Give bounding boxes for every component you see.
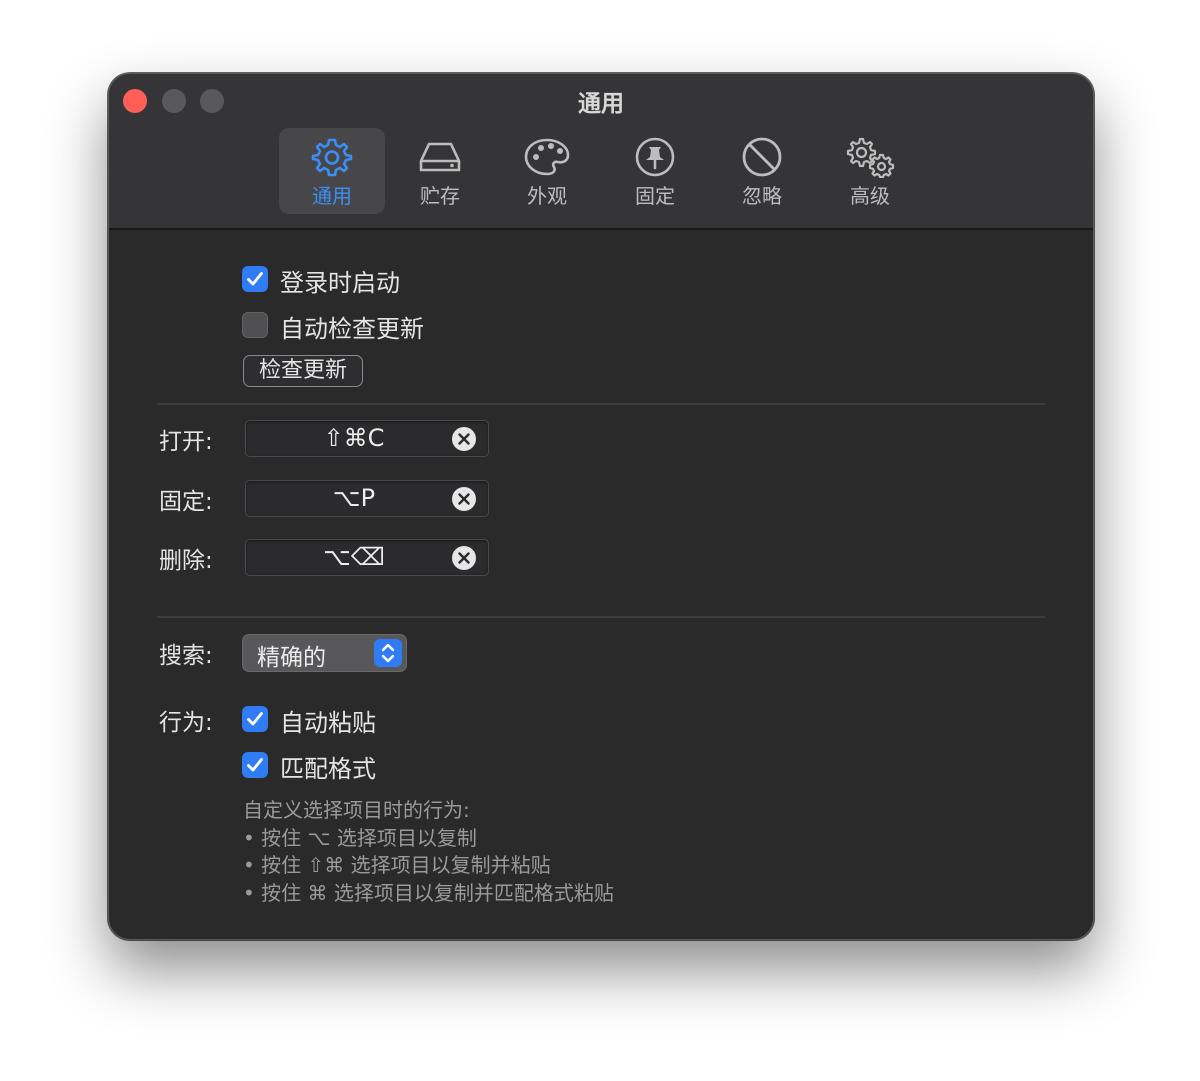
auto-paste-checkbox[interactable]	[242, 706, 268, 732]
delete-shortcut-recorder[interactable]: ⌥⌫	[245, 539, 489, 576]
checkmark-icon	[247, 272, 263, 286]
tab-label: 通用	[312, 184, 352, 208]
tab-storage[interactable]: 贮存	[387, 128, 493, 214]
prohibit-icon	[742, 137, 782, 177]
pin-icon	[635, 137, 675, 177]
tab-ignore[interactable]: 忽略	[709, 128, 815, 214]
gears-icon	[846, 137, 895, 178]
open-shortcut-label: 打开:	[159, 429, 213, 455]
drive-icon	[419, 142, 461, 172]
shortcut-keys: ⇧⌘C	[323, 424, 385, 452]
delete-shortcut-label: 删除:	[159, 548, 213, 574]
launch-at-login-label: 登录时启动	[280, 269, 400, 297]
hint-line: • 按住 ⌥ 选择项目以复制	[243, 825, 477, 850]
clear-shortcut-button[interactable]	[452, 487, 476, 511]
auto-check-updates-label: 自动检查更新	[280, 315, 424, 343]
clear-shortcut-button[interactable]	[452, 427, 476, 451]
tab-general[interactable]: 通用	[279, 128, 385, 214]
tab-label: 忽略	[742, 184, 782, 208]
toolbar: 通用 通用 贮存 外观 固定 忽略 高级	[109, 74, 1093, 230]
tab-label: 固定	[635, 184, 675, 208]
close-icon	[458, 433, 470, 445]
tab-label: 贮存	[420, 184, 460, 208]
divider	[157, 616, 1045, 618]
match-format-label: 匹配格式	[280, 755, 376, 783]
palette-icon	[524, 138, 570, 176]
search-label: 搜索:	[159, 643, 213, 669]
auto-check-updates-checkbox[interactable]	[242, 312, 268, 338]
match-format-checkbox[interactable]	[242, 752, 268, 778]
checkmark-icon	[247, 712, 263, 726]
shortcut-keys: ⌥P	[332, 484, 376, 512]
divider	[157, 403, 1045, 405]
hint-line: • 按住 ⌘ 选择项目以复制并匹配格式粘贴	[243, 880, 614, 905]
hint-line: • 按住 ⇧⌘ 选择项目以复制并粘贴	[243, 853, 551, 877]
select-stepper	[374, 639, 402, 667]
checkmark-icon	[247, 758, 263, 772]
open-shortcut-recorder[interactable]: ⇧⌘C	[245, 420, 489, 457]
preferences-window: 通用 通用 贮存 外观 固定 忽略 高级 登录时启动 自动检查更新 检查更新 打…	[108, 73, 1094, 940]
tab-label: 外观	[527, 184, 567, 208]
gear-icon	[311, 138, 353, 177]
behavior-hint: 自定义选择项目时的行为: • 按住 ⌥ 选择项目以复制 • 按住 ⇧⌘ 选择项目…	[243, 797, 614, 907]
search-mode-select[interactable]: 精确的	[242, 634, 407, 672]
clear-shortcut-button[interactable]	[452, 546, 476, 570]
behavior-label: 行为:	[159, 710, 213, 736]
tab-pins[interactable]: 固定	[602, 128, 708, 214]
search-mode-value: 精确的	[257, 645, 326, 671]
tab-advanced[interactable]: 高级	[817, 128, 923, 214]
close-icon	[458, 552, 470, 564]
pin-shortcut-recorder[interactable]: ⌥P	[245, 480, 489, 517]
check-updates-button[interactable]: 检查更新	[243, 355, 363, 387]
pin-shortcut-label: 固定:	[159, 489, 213, 515]
tab-label: 高级	[850, 184, 890, 208]
close-icon	[458, 493, 470, 505]
window-title: 通用	[578, 91, 624, 117]
hint-title: 自定义选择项目时的行为:	[243, 798, 470, 822]
tab-appearance[interactable]: 外观	[494, 128, 600, 214]
chevron-up-down-icon	[381, 643, 395, 663]
launch-at-login-checkbox[interactable]	[242, 266, 268, 292]
shortcut-keys: ⌥⌫	[323, 543, 385, 571]
auto-paste-label: 自动粘贴	[280, 709, 376, 737]
